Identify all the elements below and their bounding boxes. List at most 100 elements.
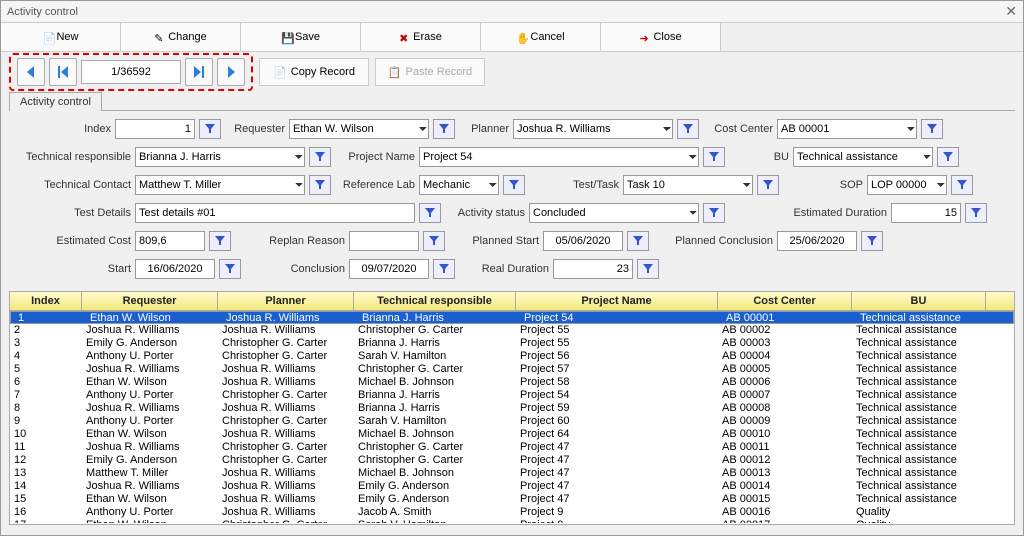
filter-bu-button[interactable] — [937, 147, 959, 167]
table-row[interactable]: 12Emily G. AndersonChristopher G. Carter… — [10, 454, 1014, 467]
table-cell: AB 00013 — [718, 467, 852, 480]
bu-select[interactable]: Technical assistance — [793, 147, 933, 167]
filter-replan-button[interactable] — [423, 231, 445, 251]
table-cell: Project 47 — [516, 441, 718, 454]
table-row[interactable]: 10Ethan W. WilsonJoshua R. WilliamsMicha… — [10, 428, 1014, 441]
table-cell: 15 — [10, 493, 82, 506]
table-cell: Emily G. Anderson — [354, 493, 516, 506]
filter-tech-contact-button[interactable] — [309, 175, 331, 195]
close-button[interactable]: ➜Close — [601, 23, 721, 51]
filter-index-button[interactable] — [199, 119, 221, 139]
table-cell: Technical assistance — [852, 441, 986, 454]
table-row[interactable]: 7Anthony U. PorterChristopher G. CarterB… — [10, 389, 1014, 402]
tech-resp-select[interactable]: Brianna J. Harris — [135, 147, 305, 167]
planner-select[interactable]: Joshua R. Williams — [513, 119, 673, 139]
table-cell: Technical assistance — [856, 312, 990, 323]
table-row[interactable]: 15Ethan W. WilsonJoshua R. WilliamsEmily… — [10, 493, 1014, 506]
filter-planned-start-button[interactable] — [627, 231, 649, 251]
paste-record-button[interactable]: 📋Paste Record — [375, 58, 485, 86]
cancel-button[interactable]: ✋Cancel — [481, 23, 601, 51]
filter-conclusion-button[interactable] — [433, 259, 455, 279]
table-cell: Technical assistance — [852, 389, 986, 402]
sop-select[interactable]: LOP 00000 — [867, 175, 947, 195]
est-cost-input[interactable] — [135, 231, 205, 251]
table-cell: Project 54 — [516, 389, 718, 402]
filter-test-task-button[interactable] — [757, 175, 779, 195]
table-row[interactable]: 17Ethan W. WilsonChristopher G. CarterSa… — [10, 519, 1014, 523]
change-button[interactable]: ✎Change — [121, 23, 241, 51]
close-icon[interactable]: ✕ — [1005, 3, 1017, 20]
table-row[interactable]: 4Anthony U. PorterChristopher G. CarterS… — [10, 350, 1014, 363]
table-cell: 13 — [10, 467, 82, 480]
nav-first-button[interactable] — [49, 58, 77, 86]
filter-planner-button[interactable] — [677, 119, 699, 139]
table-cell: 12 — [10, 454, 82, 467]
col-tech-resp[interactable]: Technical responsible — [354, 292, 516, 310]
table-row[interactable]: 3Emily G. AndersonChristopher G. CarterB… — [10, 337, 1014, 350]
table-row[interactable]: 1Ethan W. WilsonJoshua R. WilliamsBriann… — [10, 311, 1014, 324]
table-cell: AB 00017 — [718, 519, 852, 523]
filter-start-button[interactable] — [219, 259, 241, 279]
col-cost-center[interactable]: Cost Center — [718, 292, 852, 310]
tab-activity-control[interactable]: Activity control — [9, 92, 102, 111]
nav-last-button[interactable] — [185, 58, 213, 86]
table-row[interactable]: 9Anthony U. PorterChristopher G. CarterS… — [10, 415, 1014, 428]
test-task-select[interactable]: Task 10 — [623, 175, 753, 195]
table-cell: Sarah V. Hamilton — [354, 519, 516, 523]
nav-next-button[interactable] — [217, 58, 245, 86]
est-duration-input[interactable] — [891, 203, 961, 223]
conclusion-input[interactable] — [349, 259, 429, 279]
filter-ref-lab-button[interactable] — [503, 175, 525, 195]
table-row[interactable]: 16Anthony U. PorterJoshua R. WilliamsJac… — [10, 506, 1014, 519]
start-input[interactable] — [135, 259, 215, 279]
table-row[interactable]: 2Joshua R. WilliamsJoshua R. WilliamsChr… — [10, 324, 1014, 337]
filter-project-name-button[interactable] — [703, 147, 725, 167]
filter-requester-button[interactable] — [433, 119, 455, 139]
planned-conc-input[interactable] — [777, 231, 857, 251]
test-details-input[interactable] — [135, 203, 415, 223]
ref-lab-select[interactable]: Mechanic — [419, 175, 499, 195]
col-bu[interactable]: BU — [852, 292, 986, 310]
table-cell: 9 — [10, 415, 82, 428]
table-cell: Brianna J. Harris — [354, 402, 516, 415]
filter-planned-conc-button[interactable] — [861, 231, 883, 251]
real-dur-input[interactable] — [553, 259, 633, 279]
table-row[interactable]: 6Ethan W. WilsonJoshua R. WilliamsMichae… — [10, 376, 1014, 389]
filter-est-duration-button[interactable] — [965, 203, 987, 223]
table-row[interactable]: 11Joshua R. WilliamsChristopher G. Carte… — [10, 441, 1014, 454]
grid-body[interactable]: 1Ethan W. WilsonJoshua R. WilliamsBriann… — [10, 311, 1014, 523]
record-nav-group: 1/36592 — [9, 53, 253, 91]
filter-est-cost-button[interactable] — [209, 231, 231, 251]
table-row[interactable]: 5Joshua R. WilliamsJoshua R. WilliamsChr… — [10, 363, 1014, 376]
copy-record-button[interactable]: 📄Copy Record — [259, 58, 369, 86]
table-cell: Project 59 — [516, 402, 718, 415]
filter-test-details-button[interactable] — [419, 203, 441, 223]
save-button[interactable]: 💾Save — [241, 23, 361, 51]
project-name-select[interactable]: Project 54 — [419, 147, 699, 167]
filter-real-dur-button[interactable] — [637, 259, 659, 279]
filter-tech-resp-button[interactable] — [309, 147, 331, 167]
label-test-details: Test Details — [11, 207, 131, 219]
close-door-icon: ➜ — [639, 32, 649, 42]
activity-status-select[interactable]: Concluded — [529, 203, 699, 223]
tech-contact-select[interactable]: Matthew T. Miller — [135, 175, 305, 195]
erase-button[interactable]: ✖Erase — [361, 23, 481, 51]
nav-prev-button[interactable] — [17, 58, 45, 86]
col-planner[interactable]: Planner — [218, 292, 354, 310]
table-row[interactable]: 13Matthew T. MillerJoshua R. WilliamsMic… — [10, 467, 1014, 480]
planned-start-input[interactable] — [543, 231, 623, 251]
col-requester[interactable]: Requester — [82, 292, 218, 310]
table-row[interactable]: 14Joshua R. WilliamsJoshua R. WilliamsEm… — [10, 480, 1014, 493]
replan-input[interactable] — [349, 231, 419, 251]
filter-activity-status-button[interactable] — [703, 203, 725, 223]
col-index[interactable]: Index — [10, 292, 82, 310]
cost-center-select[interactable]: AB 00001 — [777, 119, 917, 139]
new-button[interactable]: 📄New — [1, 23, 121, 51]
index-input[interactable] — [115, 119, 195, 139]
table-row[interactable]: 8Joshua R. WilliamsJoshua R. WilliamsBri… — [10, 402, 1014, 415]
label-test-task: Test/Task — [529, 179, 619, 191]
filter-sop-button[interactable] — [951, 175, 973, 195]
filter-cost-center-button[interactable] — [921, 119, 943, 139]
col-project-name[interactable]: Project Name — [516, 292, 718, 310]
requester-select[interactable]: Ethan W. Wilson — [289, 119, 429, 139]
